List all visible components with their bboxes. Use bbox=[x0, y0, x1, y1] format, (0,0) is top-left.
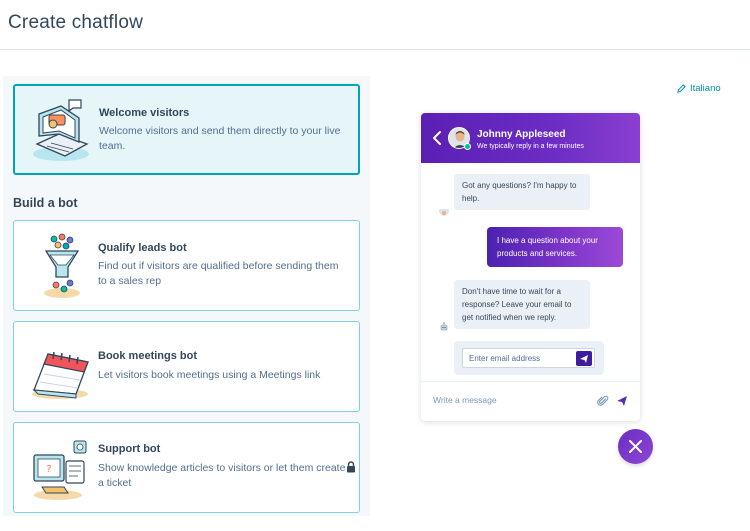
page-title: Create chatflow bbox=[8, 12, 144, 33]
email-field-wrapper bbox=[462, 348, 595, 368]
pencil-icon bbox=[677, 84, 686, 93]
funnel-illustration bbox=[44, 233, 80, 298]
email-capture-box bbox=[454, 341, 604, 375]
send-icon[interactable] bbox=[616, 395, 628, 407]
calendar-illustration bbox=[32, 351, 89, 399]
welcome-visitors-description: Welcome visitors and send them directly … bbox=[99, 125, 341, 152]
book-meetings-bot-description: Let visitors book meetings using a Meeti… bbox=[98, 369, 321, 381]
close-icon bbox=[629, 440, 642, 453]
chatflow-options-panel: Welcome visitors Welcome visitors and se… bbox=[3, 76, 370, 516]
agent-mini-avatar bbox=[439, 206, 449, 216]
welcome-visitors-title: Welcome visitors bbox=[99, 107, 190, 119]
language-label: Italiano bbox=[690, 83, 721, 94]
email-submit-button[interactable] bbox=[576, 351, 592, 366]
chat-message-bot: Got any questions? I'm happy to help. bbox=[454, 174, 590, 210]
chat-message-bot: Don't have time to wait for a response? … bbox=[454, 280, 590, 329]
book-meetings-bot-card[interactable]: Book meetings bot Let visitors book meet… bbox=[13, 321, 360, 412]
chat-widget-preview: Johnny Appleseed We typically reply in a… bbox=[421, 113, 640, 421]
support-bot-title: Support bot bbox=[98, 443, 161, 455]
support-illustration: ? bbox=[33, 440, 87, 500]
agent-status: We typically reply in a few minutes bbox=[477, 143, 584, 150]
chat-widget-header: Johnny Appleseed We typically reply in a… bbox=[421, 113, 640, 163]
agent-name: Johnny Appleseed bbox=[477, 129, 566, 140]
page-header: Create chatflow bbox=[0, 0, 750, 50]
lock-icon bbox=[347, 461, 355, 473]
send-icon bbox=[580, 355, 588, 363]
book-meetings-bot-title: Book meetings bot bbox=[98, 350, 198, 362]
chat-message-user: I have a question about your products an… bbox=[487, 227, 623, 267]
paperclip-icon[interactable] bbox=[597, 395, 609, 407]
support-bot-card[interactable]: ? Support bot Show knowledge articles to… bbox=[13, 422, 360, 513]
message-input[interactable]: Write a message bbox=[433, 395, 497, 405]
svg-text:?: ? bbox=[46, 464, 51, 475]
qualify-leads-bot-card[interactable]: Qualify leads bot Find out if visitors a… bbox=[13, 220, 360, 311]
bot-mini-icon bbox=[440, 322, 448, 331]
email-input[interactable] bbox=[469, 352, 569, 365]
qualify-leads-bot-description: Find out if visitors are qualified befor… bbox=[98, 260, 339, 287]
chat-composer: Write a message bbox=[421, 381, 640, 421]
laptop-chat-illustration bbox=[33, 99, 89, 161]
language-link[interactable]: Italiano bbox=[677, 83, 721, 94]
welcome-visitors-card[interactable]: Welcome visitors Welcome visitors and se… bbox=[13, 84, 360, 175]
support-bot-description: Show knowledge articles to visitors or l… bbox=[98, 462, 346, 489]
build-a-bot-heading: Build a bot bbox=[13, 196, 78, 210]
back-arrow-icon[interactable] bbox=[431, 130, 443, 146]
qualify-leads-bot-title: Qualify leads bot bbox=[98, 242, 187, 254]
online-status-dot bbox=[464, 143, 471, 150]
chat-close-button[interactable] bbox=[618, 429, 653, 464]
